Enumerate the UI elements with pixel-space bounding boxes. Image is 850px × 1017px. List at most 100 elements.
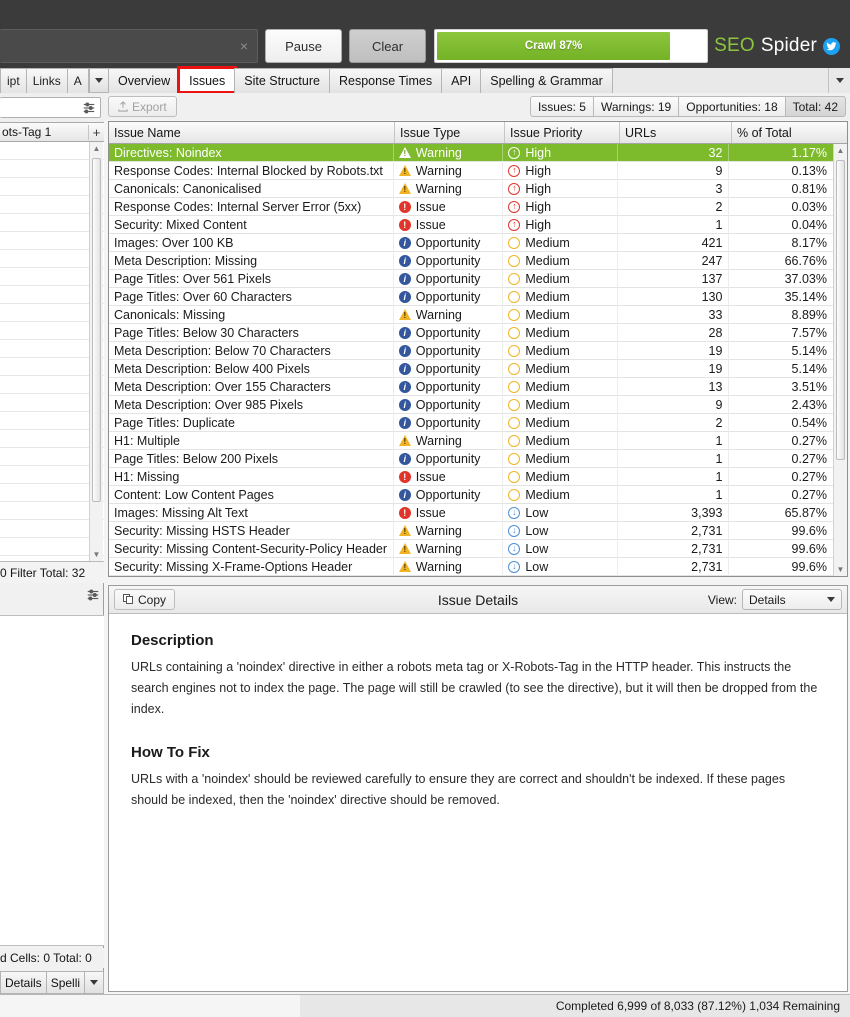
issue-priority-label: High bbox=[525, 145, 552, 160]
cell-issue-type: Warning bbox=[394, 161, 504, 180]
issue-icon bbox=[398, 200, 411, 213]
table-row[interactable]: Meta Description: Below 400 Pixels Opport… bbox=[109, 359, 833, 378]
table-row[interactable]: Images: Over 100 KB Opportunity Medium 421 8… bbox=[109, 233, 833, 252]
table-row[interactable]: Response Codes: Internal Server Error (5… bbox=[109, 197, 833, 216]
chevron-up-icon[interactable]: ▲ bbox=[90, 142, 103, 155]
left-column-header[interactable]: ots-Tag 1 bbox=[0, 125, 88, 139]
sliders-icon[interactable] bbox=[82, 101, 96, 115]
export-button[interactable]: Export bbox=[108, 96, 177, 117]
cell-issue-name: H1: Multiple bbox=[109, 431, 394, 450]
table-row[interactable]: Security: Missing X-Frame-Options Header… bbox=[109, 557, 833, 576]
issue-priority-label: High bbox=[525, 217, 552, 232]
summary-opportunities-button[interactable]: Opportunities: 18 bbox=[678, 96, 786, 117]
cell-urls: 137 bbox=[618, 269, 730, 288]
scrollbar-thumb[interactable] bbox=[92, 158, 101, 502]
bottom-tab-spelling[interactable]: Spelli bbox=[45, 971, 86, 994]
tab-site-structure[interactable]: Site Structure bbox=[234, 68, 330, 93]
issue-priority-label: Medium bbox=[525, 325, 570, 340]
bottom-tabs-overflow-button[interactable] bbox=[84, 971, 104, 994]
app-brand: SEO Spider bbox=[714, 35, 840, 57]
table-row[interactable]: Page Titles: Below 200 Pixels Opportunity… bbox=[109, 449, 833, 468]
table-row[interactable]: Images: Missing Alt Text Issue Low 3,393 65.… bbox=[109, 503, 833, 522]
table-row[interactable]: H1: Multiple Warning Medium 1 0.27% bbox=[109, 431, 833, 450]
cell-issue-priority: High bbox=[503, 215, 618, 234]
column-header-issue-type[interactable]: Issue Type bbox=[395, 122, 505, 143]
table-row[interactable]: Meta Description: Over 155 Characters Opp… bbox=[109, 377, 833, 396]
sliders-icon[interactable] bbox=[86, 588, 100, 602]
cell-issue-priority: Medium bbox=[503, 359, 618, 378]
tab-spelling-grammar[interactable]: Spelling & Grammar bbox=[480, 68, 613, 93]
left-tabs-overflow-button[interactable] bbox=[88, 68, 110, 93]
mini-tab-script[interactable]: ipt bbox=[0, 68, 27, 93]
table-row[interactable]: H1: Missing Issue Medium 1 0.27% bbox=[109, 467, 833, 486]
summary-issues-button[interactable]: Issues: 5 bbox=[529, 96, 594, 117]
priority-high-icon bbox=[508, 200, 521, 213]
main-tabs-overflow-button[interactable] bbox=[828, 68, 850, 93]
table-row[interactable]: Security: Missing Content-Security-Polic… bbox=[109, 539, 833, 558]
left-filter-row-2 bbox=[0, 585, 104, 615]
table-row[interactable]: Meta Description: Below 70 Characters Opp… bbox=[109, 341, 833, 360]
priority-medium-icon bbox=[508, 380, 521, 393]
table-row[interactable]: Canonicals: Missing Warning Medium 33 8.89% bbox=[109, 305, 833, 324]
table-row[interactable]: Page Titles: Over 561 Pixels Opportunity M… bbox=[109, 269, 833, 288]
plus-icon[interactable]: + bbox=[88, 124, 104, 140]
opportunity-icon bbox=[398, 488, 411, 501]
priority-medium-icon bbox=[508, 254, 521, 267]
left-filter-input[interactable] bbox=[0, 97, 101, 118]
table-row[interactable]: Response Codes: Internal Blocked by Robo… bbox=[109, 161, 833, 180]
mini-tab-a[interactable]: A bbox=[66, 68, 89, 93]
issues-table-scrollbar[interactable]: ▲ ▼ bbox=[833, 144, 847, 576]
table-row[interactable]: Page Titles: Below 30 Characters Opportun… bbox=[109, 323, 833, 342]
bottom-tab-details[interactable]: Details bbox=[0, 971, 47, 994]
table-row[interactable]: Security: Mixed Content Issue High 1 0.04% bbox=[109, 215, 833, 234]
tab-issues[interactable]: Issues bbox=[177, 66, 238, 94]
opportunity-icon bbox=[398, 326, 411, 339]
tab-label: Overview bbox=[118, 74, 171, 88]
cell-issue-priority: Medium bbox=[503, 233, 618, 252]
pause-button[interactable]: Pause bbox=[265, 29, 342, 63]
table-row[interactable]: Directives: Noindex Warning High 32 1.17% bbox=[109, 144, 833, 162]
scrollbar-thumb[interactable] bbox=[836, 160, 845, 460]
url-input[interactable]: × bbox=[0, 29, 258, 63]
cell-percent-of-total: 99.6% bbox=[729, 576, 833, 577]
crawl-progress-label: Crawl 87% bbox=[524, 40, 583, 52]
table-row[interactable]: Canonicals: Canonicalised Warning High 3 0.8… bbox=[109, 179, 833, 198]
summary-total-button[interactable]: Total: 42 bbox=[784, 96, 846, 117]
twitter-icon[interactable] bbox=[823, 37, 840, 55]
left-bottom-table[interactable] bbox=[0, 615, 104, 946]
mini-tab-links[interactable]: Links bbox=[25, 68, 68, 93]
issue-type-label: Warning bbox=[415, 145, 462, 160]
column-header-urls[interactable]: URLs bbox=[620, 122, 732, 143]
cell-issue-type: Opportunity bbox=[394, 377, 504, 396]
cell-issue-priority: High bbox=[503, 144, 618, 162]
view-dropdown[interactable]: Details bbox=[742, 589, 842, 610]
column-header-issue-priority[interactable]: Issue Priority bbox=[505, 122, 620, 143]
chevron-down-icon[interactable]: ▼ bbox=[834, 563, 847, 576]
issue-type-label: Warning bbox=[415, 541, 462, 556]
column-header-percent-of-total[interactable]: % of Total bbox=[732, 122, 836, 143]
cell-issue-type: Issue bbox=[394, 503, 504, 522]
opportunity-icon bbox=[398, 398, 411, 411]
cell-issue-name: Meta Description: Below 70 Characters bbox=[109, 341, 394, 360]
tab-api[interactable]: API bbox=[441, 68, 482, 93]
mini-tab-label: A bbox=[73, 74, 82, 88]
table-row[interactable]: Security: Missing HSTS Header Warning Low 2… bbox=[109, 521, 833, 540]
table-row[interactable]: Content: Low Content Pages Opportunity Med… bbox=[109, 485, 833, 504]
cell-issue-name: Page Titles: Over 561 Pixels bbox=[109, 269, 394, 288]
table-row[interactable]: Page Titles: Duplicate Opportunity Medium 2… bbox=[109, 413, 833, 432]
bottom-tab-label: Spelli bbox=[50, 975, 81, 990]
cell-urls: 3 bbox=[618, 179, 730, 198]
priority-medium-icon bbox=[508, 416, 521, 429]
tab-response-times[interactable]: Response Times bbox=[328, 68, 443, 93]
chevron-up-icon[interactable]: ▲ bbox=[834, 144, 847, 157]
tab-overview[interactable]: Overview bbox=[108, 68, 181, 93]
summary-warnings-button[interactable]: Warnings: 19 bbox=[592, 96, 680, 117]
left-table-scrollbar[interactable]: ▲ ▼ bbox=[89, 142, 103, 561]
clear-button[interactable]: Clear bbox=[349, 29, 426, 63]
table-row[interactable]: Meta Description: Over 985 Pixels Opportu… bbox=[109, 395, 833, 414]
table-row[interactable]: Meta Description: Missing Opportunity Medi… bbox=[109, 251, 833, 270]
chevron-down-icon[interactable]: ▼ bbox=[90, 548, 103, 561]
clear-url-icon[interactable]: × bbox=[237, 38, 251, 54]
table-row[interactable]: Page Titles: Over 60 Characters Opportuni… bbox=[109, 287, 833, 306]
column-header-issue-name[interactable]: Issue Name bbox=[109, 122, 395, 143]
